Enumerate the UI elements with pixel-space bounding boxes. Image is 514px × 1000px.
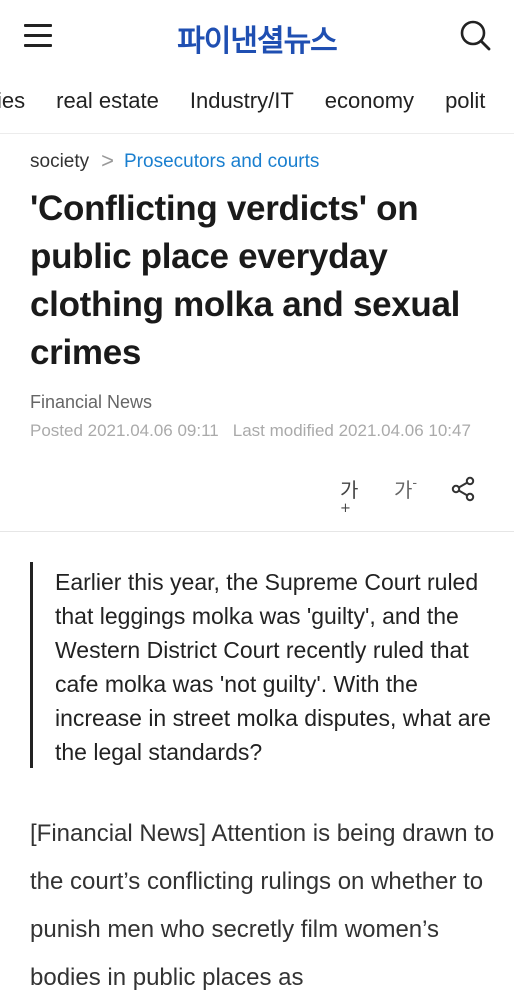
nav-item-industry-it[interactable]: Industry/IT (190, 88, 294, 114)
share-icon[interactable] (450, 476, 476, 502)
nav-item-cities[interactable]: ities (0, 88, 25, 114)
site-logo[interactable]: 파이낸셜뉴스 (0, 16, 514, 60)
nav-item-economy[interactable]: economy (325, 88, 414, 114)
article-title: 'Conflicting verdicts' on public place e… (30, 189, 461, 372)
nav-item-real-estate[interactable]: real estate (56, 88, 159, 114)
breadcrumb-separator-icon: > (101, 148, 114, 173)
modified-date: Last modified 2021.04.06 10:47 (232, 421, 471, 440)
breadcrumb-section[interactable]: society (30, 151, 89, 172)
article-summary: Earlier this year, the Supreme Court rul… (30, 562, 491, 768)
section-divider (0, 531, 514, 532)
article-dates: Posted 2021.04.06 09:11 Last modified 202… (30, 421, 471, 441)
breadcrumb-subsection[interactable]: Prosecutors and courts (124, 151, 319, 172)
site-header: 파이낸셜뉴스 (0, 0, 514, 72)
breadcrumb: society > Prosecutors and courts (30, 148, 319, 176)
posted-date: Posted 2021.04.06 09:11 (30, 421, 219, 440)
category-nav: ities real estate Industry/IT economy polit (0, 72, 514, 134)
font-increase-button[interactable]: 가+ (340, 474, 358, 527)
summary-text: Earlier this year, the Supreme Court rul… (55, 569, 491, 765)
font-decrease-button[interactable]: 가- (394, 474, 417, 503)
article-body: [Financial News] Attention is being draw… (30, 820, 495, 991)
article-source: Financial News (30, 392, 153, 412)
nav-item-politics[interactable]: polit (445, 88, 485, 114)
search-icon[interactable] (458, 18, 492, 52)
